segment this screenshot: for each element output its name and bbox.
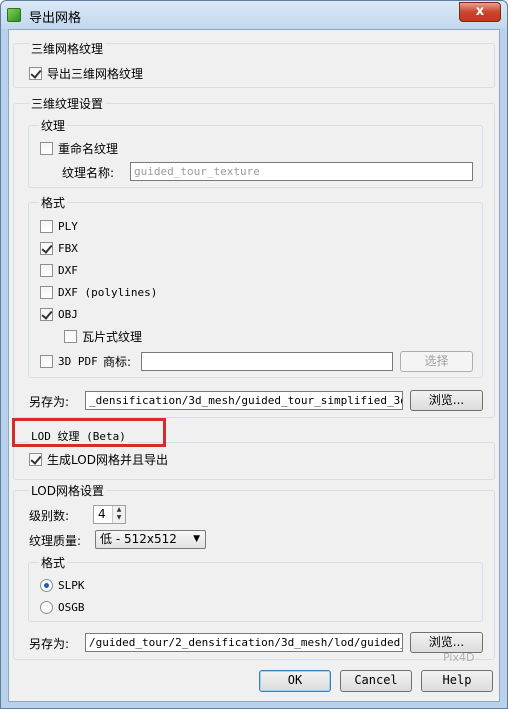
dialog-body: 三维网格纹理 导出三维网格纹理 三维纹理设置 纹理 重命名纹理 纹理名称: gu… — [8, 29, 500, 702]
generate-lod-label: 生成LOD网格并且导出 — [47, 453, 168, 467]
fbx-checkbox[interactable] — [40, 242, 53, 255]
ok-button[interactable]: OK — [259, 670, 331, 692]
obj-label: OBJ — [58, 308, 78, 321]
fbx-label: FBX — [58, 242, 78, 255]
pdf3d-label: 3D PDF — [58, 355, 98, 368]
chevron-down-icon: ▼ — [193, 534, 200, 544]
lod-save-as-label: 另存为: — [29, 637, 70, 651]
texture-name-label: 纹理名称: — [62, 166, 115, 180]
lod-browse-button[interactable]: 浏览... — [410, 632, 483, 653]
dxf-checkbox[interactable] — [40, 264, 53, 277]
lod-settings-group-title: LOD网格设置 — [29, 482, 106, 499]
osgb-radio[interactable] — [40, 601, 53, 614]
quality-label: 纹理质量: — [29, 534, 82, 548]
levels-stepper-icon[interactable]: ▲ ▼ — [112, 506, 125, 523]
dxf-label: DXF — [58, 264, 78, 277]
quality-dropdown[interactable]: 低 - 512x512 ▼ — [95, 530, 206, 549]
format-subgroup-title: 格式 — [39, 194, 68, 211]
levels-spinbox[interactable]: 4 ▲ ▼ — [93, 505, 126, 524]
help-button[interactable]: Help — [421, 670, 493, 692]
tiled-texture-checkbox[interactable] — [64, 330, 77, 343]
osgb-label: OSGB — [58, 601, 85, 614]
highlight-annotation — [12, 418, 166, 447]
watermark: Pix4D — [443, 651, 475, 664]
mesh-texture-group-title: 三维网格纹理 — [29, 40, 106, 57]
rename-texture-checkbox[interactable] — [40, 142, 53, 155]
export-mesh-texture-checkbox[interactable] — [29, 67, 42, 80]
lod-format-subgroup — [28, 562, 483, 622]
texture-name-input[interactable]: guided_tour_texture — [130, 162, 473, 181]
logo-label: 商标: — [103, 355, 132, 369]
tiled-texture-label: 瓦片式纹理 — [82, 330, 143, 344]
levels-value: 4 — [98, 507, 106, 521]
close-button[interactable]: x — [459, 2, 501, 22]
texture-subgroup-title: 纹理 — [39, 117, 68, 134]
generate-lod-checkbox[interactable] — [29, 453, 42, 466]
dxf-polylines-checkbox[interactable] — [40, 286, 53, 299]
quality-value: 低 - 512x512 — [100, 532, 177, 546]
slpk-radio[interactable] — [40, 579, 53, 592]
texture-save-as-input[interactable]: _densification/3d_mesh/guided_tour_simpl… — [85, 391, 403, 410]
obj-checkbox[interactable] — [40, 308, 53, 321]
slpk-label: SLPK — [58, 579, 85, 592]
select-logo-button[interactable]: 选择 — [400, 351, 473, 372]
title-bar: 导出网格 x — [1, 1, 507, 29]
lod-save-as-input[interactable]: /guided_tour/2_densification/3d_mesh/lod… — [85, 633, 403, 652]
cancel-button[interactable]: Cancel — [340, 670, 412, 692]
texture-settings-group-title: 三维纹理设置 — [29, 95, 106, 112]
export-mesh-texture-label: 导出三维网格纹理 — [47, 67, 144, 81]
texture-browse-button[interactable]: 浏览... — [410, 390, 483, 411]
logo-input[interactable] — [141, 352, 393, 371]
window-title: 导出网格 — [29, 11, 82, 26]
ply-label: PLY — [58, 220, 78, 233]
app-icon — [7, 8, 21, 22]
ply-checkbox[interactable] — [40, 220, 53, 233]
export-mesh-dialog: 导出网格 x 三维网格纹理 导出三维网格纹理 三维纹理设置 纹理 重命名纹理 纹… — [0, 0, 508, 709]
rename-texture-label: 重命名纹理 — [58, 142, 119, 156]
pdf3d-checkbox[interactable] — [40, 355, 53, 368]
texture-save-as-label: 另存为: — [29, 395, 70, 409]
lod-format-subgroup-title: 格式 — [39, 554, 68, 571]
levels-label: 级别数: — [29, 509, 70, 523]
dxf-polylines-label: DXF (polylines) — [58, 286, 158, 299]
